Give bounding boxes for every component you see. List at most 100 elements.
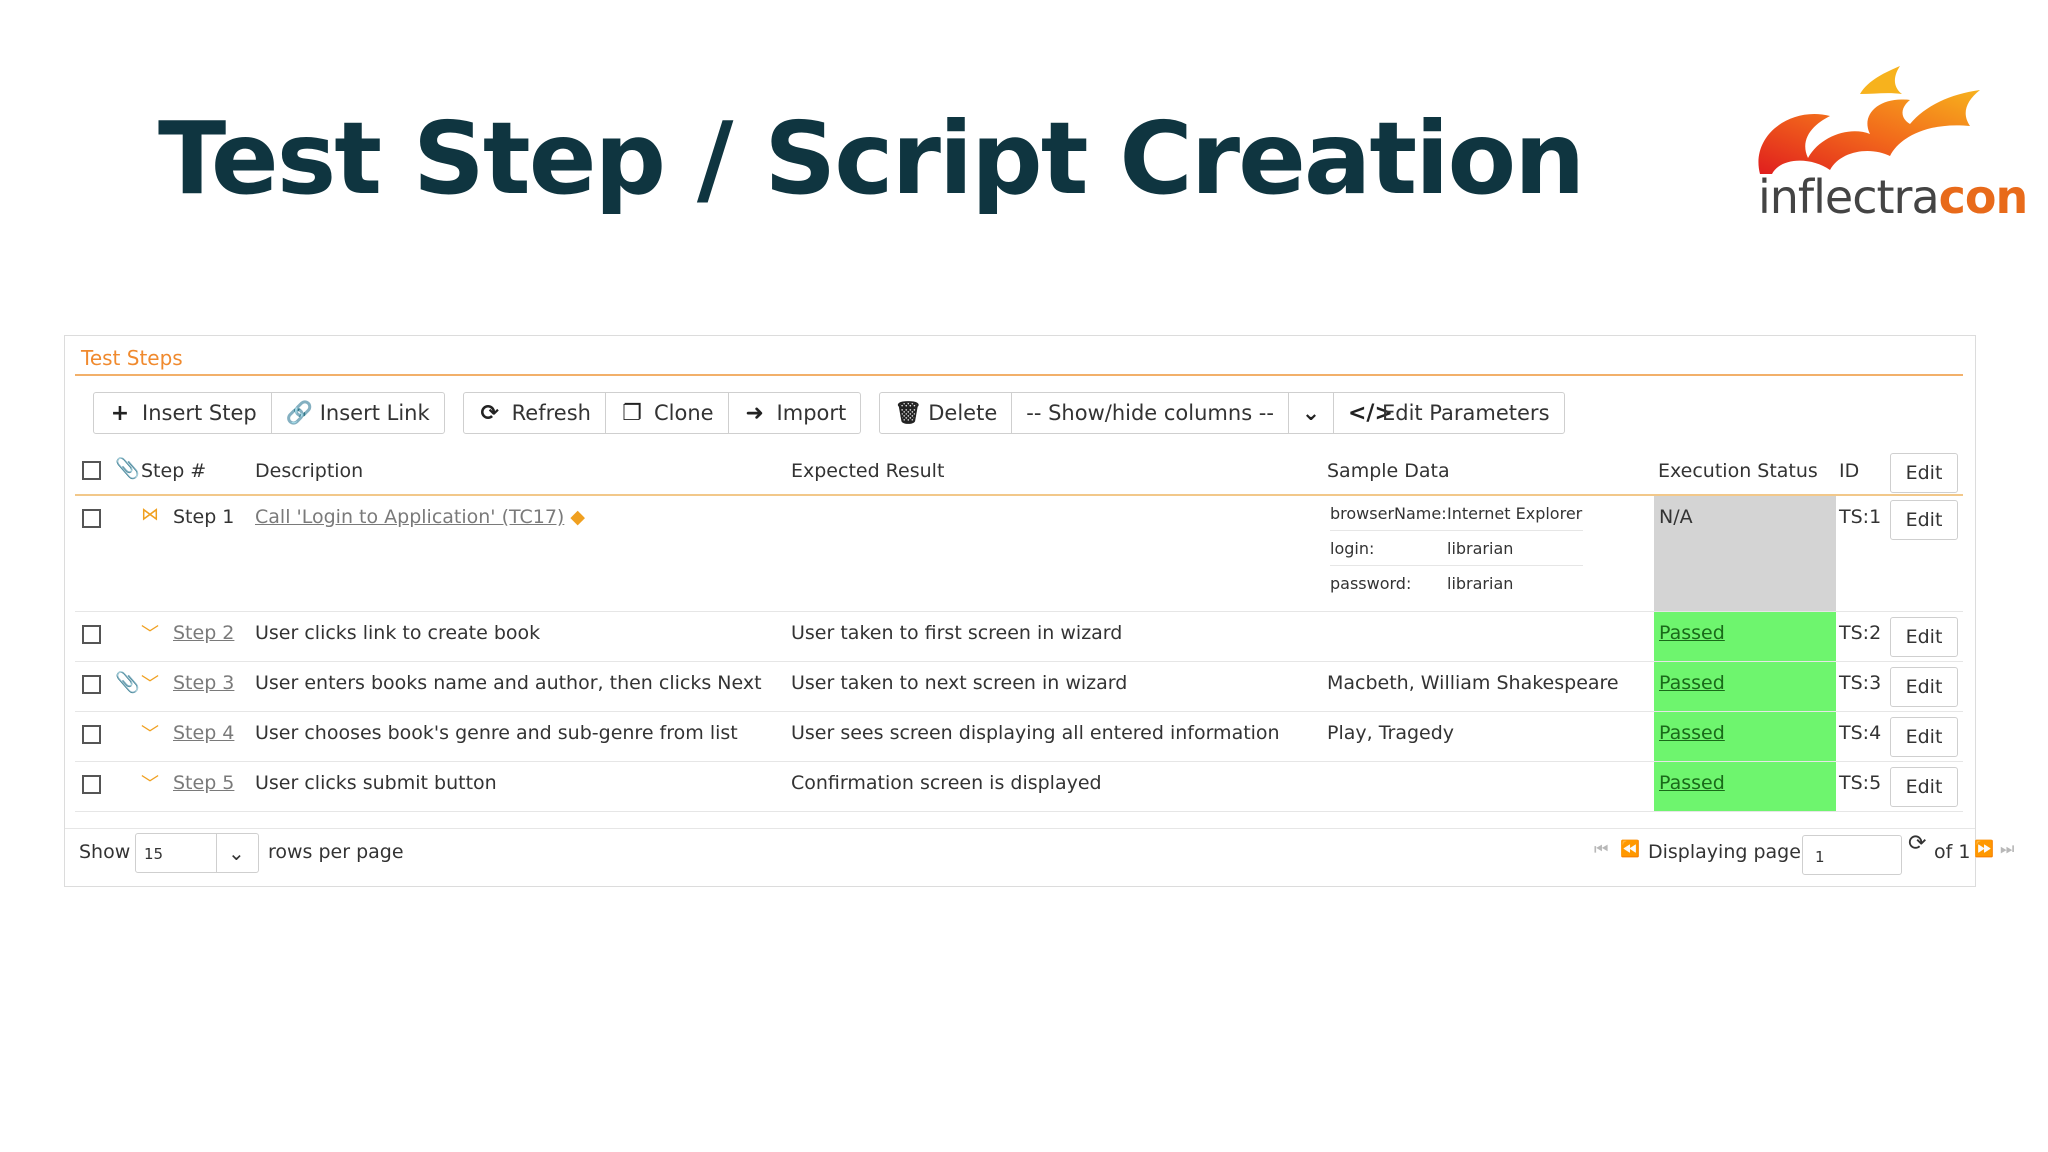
slide-title: Test Step / Script Creation xyxy=(158,100,1585,217)
last-page-icon[interactable]: ⏭ xyxy=(2000,839,2014,859)
step-icon: ﹀ xyxy=(141,624,159,645)
rows-per-page-select[interactable]: 15 ⌄ xyxy=(135,833,259,873)
show-hide-columns-select[interactable]: -- Show/hide columns -- xyxy=(1012,393,1289,433)
status-cell-passed: Passed xyxy=(1654,612,1836,661)
refresh-page-icon[interactable]: ⟳ xyxy=(1908,831,1926,856)
attachment-icon: 📎 xyxy=(115,670,140,694)
row-checkbox[interactable] xyxy=(82,775,101,794)
edit-parameters-button[interactable]: </> Edit Parameters xyxy=(1334,393,1564,433)
table-row: Passed ﹀ Step 5 User clicks submit butto… xyxy=(75,762,1963,812)
param-key: password: xyxy=(1330,574,1412,593)
insert-button-group: + Insert Step 🔗 Insert Link xyxy=(93,392,445,434)
logo-wordmark: inflectracon xyxy=(1758,170,2028,224)
col-header-sample-data[interactable]: Sample Data xyxy=(1327,460,1450,482)
step-link[interactable]: Step 4 xyxy=(173,722,234,744)
sample-data-cell: Play, Tragedy xyxy=(1327,722,1455,744)
description-cell: User clicks submit button xyxy=(255,772,497,794)
step-id: TS:4 xyxy=(1839,722,1882,744)
previous-page-icon[interactable]: ⏪ xyxy=(1620,839,1640,858)
status-cell-na: N/A xyxy=(1654,496,1836,611)
status-passed-link[interactable]: Passed xyxy=(1659,622,1725,644)
first-page-icon[interactable]: ⏮ xyxy=(1594,839,1608,859)
table-row: N/A ⋈ Step 1 Call 'Login to Application'… xyxy=(75,496,1963,612)
status-passed-link[interactable]: Passed xyxy=(1659,772,1725,794)
description-cell: User enters books name and author, then … xyxy=(255,672,762,694)
delete-button[interactable]: 🗑 Delete xyxy=(880,393,1013,433)
step-id: TS:2 xyxy=(1839,622,1882,644)
table-row: Passed ﹀ Step 4 User chooses book's genr… xyxy=(75,712,1963,762)
status-cell-passed: Passed xyxy=(1654,712,1836,761)
plus-icon: + xyxy=(110,400,130,426)
page-count-label: of 1 xyxy=(1934,841,1971,863)
rows-per-page-value: 15 xyxy=(144,845,164,863)
refresh-button[interactable]: ⟳ Refresh xyxy=(464,393,606,433)
edit-parameters-label: Edit Parameters xyxy=(1381,401,1550,425)
sample-data-cell: Macbeth, William Shakespeare xyxy=(1327,672,1619,694)
step-number: Step 1 xyxy=(173,506,235,528)
table-row: Passed 📎 ﹀ Step 3 User enters books name… xyxy=(75,662,1963,712)
test-steps-panel: Test Steps + Insert Step 🔗 Insert Link ⟳… xyxy=(64,335,2014,887)
row-edit-button[interactable]: Edit xyxy=(1890,500,1958,540)
status-passed-link[interactable]: Passed xyxy=(1659,722,1725,744)
trash-icon: 🗑 xyxy=(894,400,923,426)
refresh-label: Refresh xyxy=(511,401,591,425)
step-icon: ﹀ xyxy=(141,774,159,795)
clone-label: Clone xyxy=(653,401,714,425)
insert-step-button[interactable]: + Insert Step xyxy=(94,393,272,433)
inflectracon-logo: inflectracon xyxy=(1750,66,2028,236)
insert-link-label: Insert Link xyxy=(319,401,430,425)
row-edit-button[interactable]: Edit xyxy=(1890,617,1958,657)
step-id: TS:1 xyxy=(1839,506,1882,528)
import-button[interactable]: ➜ Import xyxy=(729,393,861,433)
chevron-down-icon: ⌄ xyxy=(1301,400,1321,426)
expected-result-cell: User sees screen displaying all entered … xyxy=(791,722,1280,744)
status-cell-passed: Passed xyxy=(1654,662,1836,711)
linked-test-case-link[interactable]: Call 'Login to Application' (TC17) xyxy=(255,506,564,528)
status-passed-link[interactable]: Passed xyxy=(1659,672,1725,694)
show-hide-columns-toggle[interactable]: ⌄ xyxy=(1289,393,1334,433)
row-edit-button[interactable]: Edit xyxy=(1890,767,1958,807)
row-edit-button[interactable]: Edit xyxy=(1890,717,1958,757)
clone-button[interactable]: ❐ Clone xyxy=(606,393,729,433)
row-checkbox[interactable] xyxy=(82,675,101,694)
step-icon: ﹀ xyxy=(141,724,159,745)
param-row: password: librarian xyxy=(1330,566,1583,601)
header-edit-button[interactable]: Edit xyxy=(1890,453,1958,493)
linked-step-icon: ⋈ xyxy=(141,504,159,525)
page-number-input[interactable]: 1 xyxy=(1802,835,1902,875)
panel-divider xyxy=(75,374,1963,376)
step-link[interactable]: Step 3 xyxy=(173,672,234,694)
insert-link-button[interactable]: 🔗 Insert Link xyxy=(272,393,444,433)
toolbar: + Insert Step 🔗 Insert Link ⟳ Refresh ❐ … xyxy=(93,392,1565,434)
logo-text-inflectra: inflectra xyxy=(1758,170,1940,224)
row-checkbox[interactable] xyxy=(82,725,101,744)
col-header-id[interactable]: ID xyxy=(1839,460,1859,482)
row-checkbox[interactable] xyxy=(82,509,101,528)
rows-per-page-label: rows per page xyxy=(268,841,404,863)
step-id: TS:3 xyxy=(1839,672,1882,694)
show-hide-columns-label: -- Show/hide columns -- xyxy=(1026,401,1274,425)
grid-footer: Show 15 ⌄ rows per page ⏮ ⏪ Displaying p… xyxy=(65,828,2014,878)
view-button-group: 🗑 Delete -- Show/hide columns -- ⌄ </> E… xyxy=(879,392,1565,434)
next-page-icon[interactable]: ⏩ xyxy=(1974,839,1994,858)
select-divider xyxy=(216,834,217,872)
status-cell-passed: Passed xyxy=(1654,762,1836,811)
param-value: librarian xyxy=(1447,539,1514,558)
edit-button-group: ⟳ Refresh ❐ Clone ➜ Import xyxy=(462,392,862,434)
select-all-checkbox[interactable] xyxy=(82,461,101,480)
param-row: browserName: Internet Explorer xyxy=(1330,496,1583,531)
col-header-step[interactable]: Step # xyxy=(141,460,206,482)
col-header-expected-result[interactable]: Expected Result xyxy=(791,460,944,482)
step-link[interactable]: Step 5 xyxy=(173,772,234,794)
code-icon: </> xyxy=(1347,400,1393,426)
row-checkbox[interactable] xyxy=(82,625,101,644)
panel-title: Test Steps xyxy=(81,346,183,370)
step-link[interactable]: Step 2 xyxy=(173,622,234,644)
delete-label: Delete xyxy=(928,401,998,425)
expected-result-cell: User taken to first screen in wizard xyxy=(791,622,1123,644)
col-header-description[interactable]: Description xyxy=(255,460,363,482)
col-header-execution-status[interactable]: Execution Status xyxy=(1658,460,1818,482)
row-edit-button[interactable]: Edit xyxy=(1890,667,1958,707)
refresh-icon: ⟳ xyxy=(480,400,499,426)
sample-parameters: browserName: Internet Explorer login: li… xyxy=(1330,496,1583,601)
